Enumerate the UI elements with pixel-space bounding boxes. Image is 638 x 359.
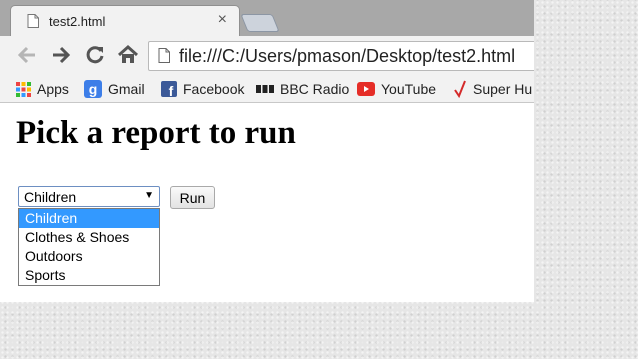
- new-tab-button[interactable]: [240, 14, 280, 32]
- option-outdoors[interactable]: Outdoors: [19, 247, 159, 266]
- svg-text:g: g: [89, 81, 98, 97]
- apps-grid-icon: [16, 81, 31, 97]
- url-text: file:///C:/Users/pmason/Desktop/test2.ht…: [179, 46, 516, 66]
- facebook-icon: f: [161, 81, 177, 97]
- bookmark-label: BBC Radio: [280, 81, 350, 97]
- bookmark-facebook[interactable]: f Facebook: [161, 80, 244, 98]
- bookmark-label: Gmail: [108, 81, 145, 97]
- bookmark-super-hu[interactable]: Super Hu: [453, 80, 532, 98]
- bookmark-youtube[interactable]: YouTube: [357, 80, 436, 98]
- option-sports[interactable]: Sports: [19, 266, 159, 285]
- bookmark-label: Super Hu: [473, 81, 533, 97]
- bookmark-label: Facebook: [183, 81, 245, 97]
- bookmark-label: YouTube: [381, 81, 437, 97]
- toolbar: file:///C:/Users/pmason/Desktop/test2.ht…: [0, 36, 534, 76]
- page-icon: [158, 48, 170, 63]
- close-tab-icon[interactable]: ×: [218, 12, 227, 28]
- select-value: Children: [24, 189, 77, 205]
- dropdown-list: Children Clothes & Shoes Outdoors Sports: [18, 208, 160, 286]
- bookmark-apps[interactable]: Apps: [16, 80, 69, 98]
- bbc-icon: [256, 85, 274, 93]
- home-icon[interactable]: [117, 44, 139, 66]
- run-button[interactable]: Run: [170, 186, 215, 209]
- option-children[interactable]: Children: [19, 209, 159, 228]
- back-arrow-icon[interactable]: [16, 44, 38, 66]
- svg-text:f: f: [169, 83, 174, 97]
- bookmark-label: Apps: [37, 81, 69, 97]
- report-select[interactable]: Children ▼: [18, 186, 160, 207]
- youtube-icon: [357, 82, 375, 96]
- gmail-icon: g: [84, 80, 102, 98]
- bookmark-bbc-radio[interactable]: BBC Radio: [256, 80, 349, 98]
- address-bar[interactable]: file:///C:/Users/pmason/Desktop/test2.ht…: [148, 41, 534, 71]
- tab-strip: test2.html ×: [0, 0, 534, 36]
- forward-arrow-icon[interactable]: [50, 44, 72, 66]
- browser-tab[interactable]: test2.html ×: [10, 5, 240, 36]
- document-icon: [27, 14, 39, 28]
- check-mark-icon: [454, 80, 466, 98]
- bookmark-gmail[interactable]: g Gmail: [84, 80, 145, 98]
- browser-window: test2.html × file:///C:/Users/pmason/Des…: [0, 0, 534, 302]
- page-heading: Pick a report to run: [16, 115, 296, 151]
- reload-icon[interactable]: [84, 44, 106, 66]
- option-clothes-shoes[interactable]: Clothes & Shoes: [19, 228, 159, 247]
- dropdown-arrow-icon: ▼: [144, 190, 154, 201]
- bookmarks-bar: Apps g Gmail f Facebook BBC Radio YouTub…: [0, 76, 534, 103]
- tab-title: test2.html: [49, 14, 106, 29]
- page-content: Pick a report to run Children ▼ Children…: [0, 103, 534, 302]
